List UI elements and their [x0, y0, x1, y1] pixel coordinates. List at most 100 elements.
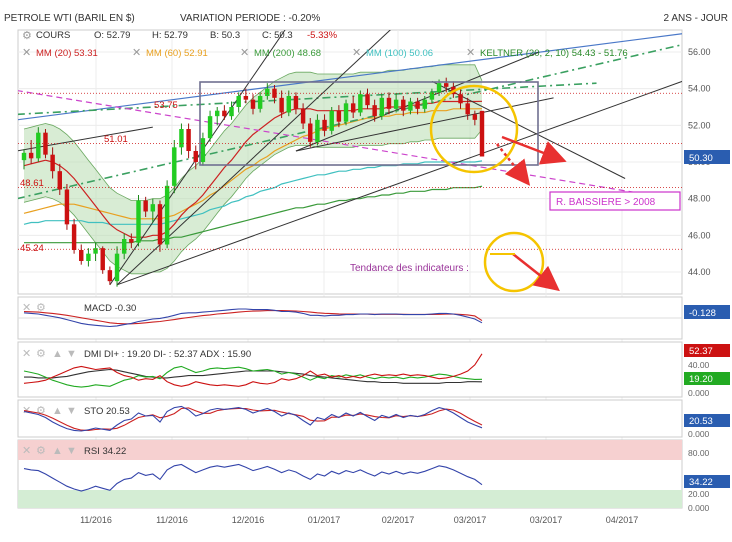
- candle-body: [343, 103, 349, 122]
- rsi-badge-value: 34.22: [689, 477, 713, 488]
- legend-mm60: MM (60) 52.91: [146, 48, 208, 59]
- candle-body: [222, 110, 227, 117]
- candle-body: [408, 101, 413, 111]
- x-tick-label: 03/2017: [530, 515, 563, 525]
- candle-body: [121, 239, 127, 254]
- candle-body: [444, 83, 449, 87]
- close-icon[interactable]: ✕: [352, 47, 361, 59]
- legend-mm20: MM (20) 53.31: [36, 48, 98, 59]
- candle-body: [293, 96, 299, 109]
- candle-body: [379, 97, 385, 117]
- close-icon[interactable]: ✕: [22, 348, 31, 360]
- x-tick-label: 11/2016: [80, 515, 112, 525]
- candle-body: [472, 114, 478, 120]
- sto-tick: 0.000: [688, 429, 710, 439]
- candle-body: [422, 99, 427, 109]
- arrow-up-icon[interactable]: ▲: [52, 405, 63, 417]
- candle-body: [308, 123, 313, 142]
- candle-body: [250, 99, 256, 109]
- legend-keltner: KELTNER (20, 2, 10) 54.43 - 51.76: [480, 48, 628, 59]
- candle-body: [100, 248, 105, 271]
- candle-body: [114, 253, 120, 282]
- arrow-down-icon[interactable]: ▼: [66, 405, 77, 417]
- y-tick-label: 52.00: [688, 120, 711, 130]
- candle-body: [86, 253, 91, 261]
- x-tick-label: 11/2016: [156, 515, 188, 525]
- legend-mm200: MM (200) 48.68: [254, 48, 321, 59]
- candle-body: [458, 94, 463, 104]
- close-icon[interactable]: ✕: [22, 47, 31, 59]
- candle-body: [143, 200, 148, 212]
- candle-body: [358, 94, 363, 113]
- gear-icon[interactable]: ⚙: [22, 30, 32, 42]
- arrow-up-icon[interactable]: ▲: [52, 348, 63, 360]
- legend-low: B: 50.3: [210, 30, 240, 41]
- x-tick-label: 02/2017: [382, 515, 415, 525]
- candle-body: [64, 189, 70, 225]
- candle-body: [336, 110, 342, 122]
- candle-body: [21, 152, 27, 161]
- arrow-up-icon[interactable]: ▲: [52, 445, 63, 457]
- candle-body: [50, 154, 55, 172]
- gear-icon[interactable]: ⚙: [36, 348, 46, 360]
- candle-body: [415, 101, 420, 109]
- macd-badge-value: -0.128: [689, 308, 716, 319]
- candle-body: [286, 96, 291, 113]
- sto-label: STO 20.53: [84, 406, 130, 417]
- sto-badge-value: 20.53: [689, 416, 713, 427]
- candle-body: [315, 119, 320, 142]
- chart-title: PETROLE WTI (BARIL EN $): [4, 13, 135, 24]
- close-icon[interactable]: ✕: [22, 445, 31, 457]
- x-axis: 11/2016 11/2016 12/2016 01/2017 02/2017 03/20…: [80, 515, 638, 525]
- macd-label: MACD -0.30: [84, 303, 136, 314]
- chart-root: PETROLE WTI (BARIL EN $) VARIATION PERIO…: [0, 0, 732, 537]
- dmi-tick: 40.00: [688, 360, 710, 370]
- candle-body: [150, 204, 156, 212]
- arrow-down-icon[interactable]: ▼: [66, 445, 77, 457]
- level-label: 48.61: [20, 178, 44, 189]
- y-tick-label: 46.00: [688, 230, 711, 240]
- rsi-tick: 0.000: [688, 503, 710, 513]
- level-label: 45.24: [20, 243, 44, 254]
- chart-svg: PETROLE WTI (BARIL EN $) VARIATION PERIO…: [4, 13, 730, 525]
- candle-body: [186, 129, 191, 151]
- candle-body: [257, 96, 263, 109]
- close-icon[interactable]: ✕: [466, 47, 475, 59]
- dmi-label: DMI DI+ : 19.20 DI- : 52.37 ADX : 15.90: [84, 349, 251, 360]
- candle-body: [229, 107, 234, 117]
- y-tick-label: 48.00: [688, 194, 711, 204]
- candle-body: [36, 132, 41, 159]
- x-tick-label: 04/2017: [606, 515, 639, 525]
- level-label: 51.01: [104, 134, 128, 145]
- rsi-label: RSI 34.22: [84, 446, 126, 457]
- candle-body: [401, 99, 406, 111]
- candle-body: [300, 108, 306, 124]
- candle-body: [28, 152, 34, 159]
- candle-body: [322, 119, 327, 131]
- dmi-minus-value: 52.37: [689, 346, 713, 357]
- candle-body: [372, 105, 377, 117]
- price-badge-value: 50.30: [689, 153, 713, 164]
- candle-body: [193, 151, 198, 162]
- close-icon[interactable]: ✕: [240, 47, 249, 59]
- candle-body: [265, 88, 270, 96]
- candle-body: [215, 110, 220, 117]
- candle-body: [279, 97, 284, 113]
- close-icon[interactable]: ✕: [132, 47, 141, 59]
- gear-icon[interactable]: ⚙: [36, 445, 46, 457]
- candle-body: [136, 200, 141, 243]
- tendance-label: Tendance des indicateurs :: [350, 263, 469, 274]
- candle-body: [57, 171, 62, 190]
- arrow-down-icon[interactable]: ▼: [66, 348, 77, 360]
- candle-body: [465, 103, 470, 115]
- dmi-plus-value: 19.20: [689, 374, 713, 385]
- legend-open: O: 52.79: [94, 30, 130, 41]
- legend-cours: COURS: [36, 30, 70, 41]
- candle-body: [429, 92, 435, 100]
- candle-body: [243, 96, 249, 100]
- candle-body: [172, 147, 177, 186]
- variation-label: VARIATION PERIODE : -0.20%: [180, 13, 320, 24]
- candle-body: [329, 110, 334, 131]
- y-tick-label: 54.00: [688, 84, 711, 94]
- period-label: 2 ANS - JOUR: [664, 13, 728, 24]
